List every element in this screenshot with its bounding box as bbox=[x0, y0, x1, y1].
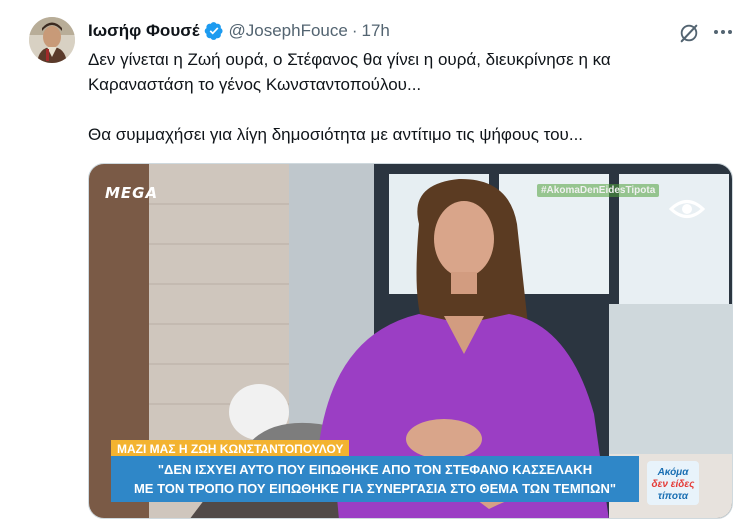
verified-badge-icon bbox=[204, 21, 224, 41]
tweet-media-image[interactable]: ΜΕGΑ #AkomaDenEidesTipota ΜΑΖΙ ΜΑΣ Η ΖΩΗ… bbox=[88, 163, 733, 519]
caption-line: "ΔΕΝ ΙΣΧΥΕΙ ΑΥΤΟ ΠΟΥ ΕΙΠΩΘΗΚΕ ΑΠΟ ΤΟΝ ΣΤ… bbox=[157, 462, 593, 477]
tweet[interactable]: Ιωσήφ Φουσέ @JosephFouce · 17h Δεν γίνετ… bbox=[0, 0, 746, 519]
show-logo-line: τίποτα bbox=[657, 491, 689, 502]
tweet-text-line: Θα συμμαχήσει για λίγη δημοσιότητα με αν… bbox=[88, 125, 584, 144]
author-handle[interactable]: @JosephFouce bbox=[229, 21, 348, 41]
grok-icon[interactable] bbox=[676, 20, 702, 46]
channel-logo: ΜΕGΑ bbox=[105, 184, 159, 202]
author-name[interactable]: Ιωσήφ Φουσέ bbox=[88, 21, 200, 41]
eye-logo-icon bbox=[668, 198, 706, 220]
show-logo-line: δεν είδες bbox=[651, 479, 695, 490]
tweet-text-line: Δεν γίνεται η Ζωή ουρά, ο Στέφανος θα γί… bbox=[88, 50, 611, 69]
timestamp[interactable]: 17h bbox=[362, 21, 390, 41]
show-logo: Ακόμα δεν είδες τίποτα bbox=[647, 461, 699, 505]
tweet-text-line: Καραναστάση το γένος Κωνσταντοπούλου... bbox=[88, 75, 422, 94]
hashtag-overlay: #AkomaDenEidesTipota bbox=[537, 184, 660, 197]
tweet-text: Δεν γίνεται η Ζωή ουρά, ο Στέφανος θα γί… bbox=[88, 47, 728, 147]
show-logo-line: Ακόμα bbox=[657, 467, 689, 478]
avatar[interactable] bbox=[29, 17, 75, 63]
separator-dot: · bbox=[351, 21, 358, 40]
more-dots-icon[interactable] bbox=[711, 20, 735, 44]
lower-third-caption: "ΔΕΝ ΙΣΧΥΕΙ ΑΥΤΟ ΠΟΥ ΕΙΠΩΘΗΚΕ ΑΠΟ ΤΟΝ ΣΤ… bbox=[111, 456, 639, 502]
caption-line: ΜΕ ΤΟΝ ΤΡΟΠΟ ΠΟΥ ΕΙΠΩΘΗΚΕ ΓΙΑ ΣΥΝΕΡΓΑΣΙΑ… bbox=[133, 481, 617, 496]
tweet-header: Ιωσήφ Φουσέ @JosephFouce · 17h bbox=[88, 19, 390, 43]
